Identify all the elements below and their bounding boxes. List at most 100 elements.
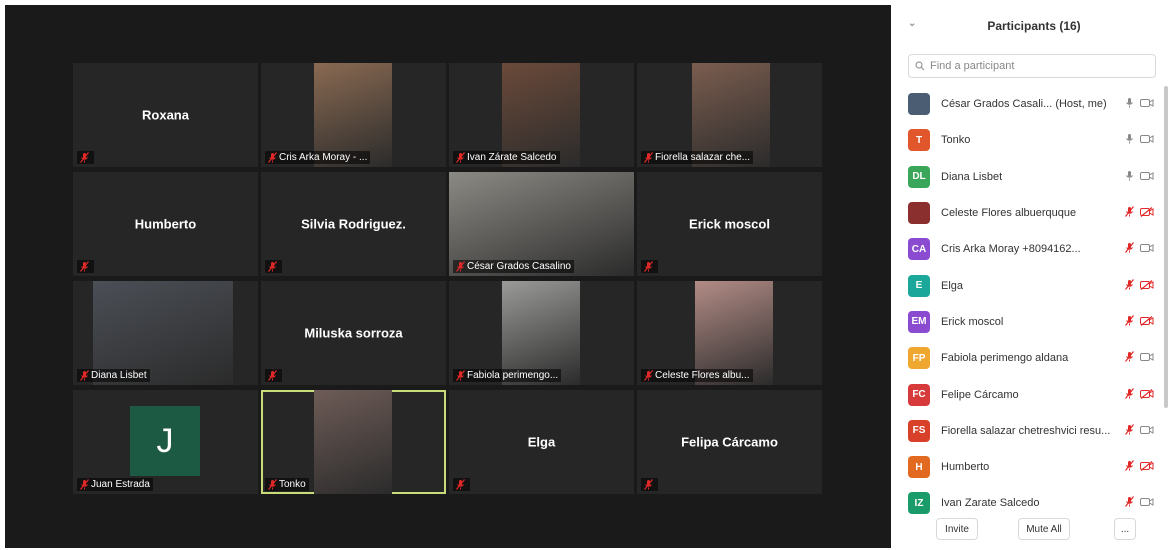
- participant-row[interactable]: T Tonko: [896, 122, 1162, 158]
- participant-name: Fiorella salazar chetreshvici resu...: [941, 424, 1111, 437]
- tile-label: Fiorella salazar che...: [641, 151, 754, 164]
- tile-label: [453, 478, 470, 491]
- participant-row[interactable]: EM Erick moscol: [896, 304, 1162, 340]
- tile-label: [641, 260, 658, 273]
- avatar: FC: [908, 383, 930, 406]
- video-tile[interactable]: Celeste Flores albu...: [637, 281, 822, 385]
- tile-name: Elga: [527, 434, 556, 450]
- video-tile[interactable]: Erick moscol: [637, 172, 822, 276]
- video-icon[interactable]: [1140, 494, 1154, 512]
- mic-off-icon[interactable]: [1125, 277, 1134, 295]
- participant-row[interactable]: CA Cris Arka Moray +8094162...: [896, 231, 1162, 267]
- video-tile[interactable]: Silvia Rodriguez.: [261, 172, 446, 276]
- mic-off-icon: [268, 152, 277, 163]
- video-tile[interactable]: Diana Lisbet: [73, 281, 258, 385]
- scrollbar[interactable]: [1164, 86, 1168, 408]
- avatar: DL: [908, 165, 930, 188]
- mic-off-icon[interactable]: [1125, 494, 1134, 512]
- participant-row[interactable]: Celeste Flores albuerquque: [896, 195, 1162, 231]
- video-tile[interactable]: Fabiola perimengo...: [449, 281, 634, 385]
- participant-row[interactable]: FC Felipe Cárcamo: [896, 376, 1162, 412]
- mic-off-icon: [644, 370, 653, 381]
- tile-name: Humberto: [134, 216, 197, 232]
- participant-status-icons: [1125, 204, 1154, 222]
- video-tile[interactable]: Felipa Cárcamo: [637, 390, 822, 494]
- participant-row[interactable]: César Grados Casali... (Host, me): [896, 86, 1162, 122]
- tile-name: Miluska sorroza: [304, 325, 403, 341]
- participant-status-icons: [1125, 168, 1154, 186]
- video-icon[interactable]: [1140, 240, 1154, 258]
- avatar: E: [908, 274, 930, 297]
- mic-off-icon[interactable]: [1125, 313, 1134, 331]
- tile-label: Juan Estrada: [77, 478, 153, 491]
- tile-label: [77, 260, 94, 273]
- tile-label: César Grados Casalino: [453, 260, 574, 273]
- video-tile[interactable]: Tonko: [261, 390, 446, 494]
- mic-icon[interactable]: [1125, 95, 1134, 113]
- video-tile[interactable]: César Grados Casalino: [449, 172, 634, 276]
- tile-label: [77, 151, 94, 164]
- participant-row[interactable]: DL Diana Lisbet: [896, 159, 1162, 195]
- video-tile[interactable]: Fiorella salazar che...: [637, 63, 822, 167]
- video-tile[interactable]: Elga: [449, 390, 634, 494]
- mic-off-icon[interactable]: [1125, 349, 1134, 367]
- participants-panel: ⌄ Participants (16) Find a participant C…: [896, 0, 1172, 550]
- search-placeholder: Find a participant: [930, 60, 1015, 72]
- video-icon[interactable]: [1140, 349, 1154, 367]
- participant-name: Fabiola perimengo aldana: [941, 352, 1069, 365]
- mic-icon[interactable]: [1125, 168, 1134, 186]
- participants-header: ⌄ Participants (16): [896, 0, 1172, 52]
- chevron-down-icon[interactable]: ⌄: [908, 18, 916, 29]
- tile-label: Cris Arka Moray - ...: [265, 151, 371, 164]
- participant-status-icons: [1125, 131, 1154, 149]
- video-off-icon[interactable]: [1140, 204, 1154, 222]
- video-tile[interactable]: Miluska sorroza: [261, 281, 446, 385]
- video-off-icon[interactable]: [1140, 313, 1154, 331]
- mic-off-icon: [644, 261, 653, 272]
- video-off-icon[interactable]: [1140, 277, 1154, 295]
- search-input[interactable]: Find a participant: [908, 54, 1156, 78]
- participant-name: César Grados Casali... (Host, me): [941, 98, 1107, 111]
- mic-off-icon: [644, 152, 653, 163]
- video-tile[interactable]: Ivan Zárate Salcedo: [449, 63, 634, 167]
- video-icon[interactable]: [1140, 168, 1154, 186]
- tile-name: Roxana: [142, 107, 189, 123]
- participant-name: Cris Arka Moray +8094162...: [941, 243, 1081, 256]
- video-icon[interactable]: [1140, 95, 1154, 113]
- participant-row[interactable]: H Humberto: [896, 449, 1162, 485]
- mic-off-icon: [80, 152, 89, 163]
- participant-name-label: Ivan Zárate Salcedo: [467, 152, 557, 163]
- participant-row[interactable]: FS Fiorella salazar chetreshvici resu...: [896, 413, 1162, 449]
- invite-button[interactable]: Invite: [936, 518, 978, 540]
- mute-all-button[interactable]: Mute All: [1018, 518, 1070, 540]
- video-off-icon[interactable]: [1140, 386, 1154, 404]
- mic-off-icon: [456, 370, 465, 381]
- more-button[interactable]: ...: [1114, 518, 1136, 540]
- video-off-icon[interactable]: [1140, 458, 1154, 476]
- mic-off-icon: [456, 152, 465, 163]
- mic-off-icon[interactable]: [1125, 240, 1134, 258]
- mic-off-icon: [80, 261, 89, 272]
- participant-row[interactable]: FP Fabiola perimengo aldana: [896, 340, 1162, 376]
- mic-off-icon[interactable]: [1125, 204, 1134, 222]
- mic-icon[interactable]: [1125, 131, 1134, 149]
- video-tile[interactable]: J Juan Estrada: [73, 390, 258, 494]
- video-icon[interactable]: [1140, 131, 1154, 149]
- participant-name-label: Fabiola perimengo...: [467, 370, 559, 381]
- participant-name: Celeste Flores albuerquque: [941, 207, 1077, 220]
- avatar: IZ: [908, 492, 930, 515]
- mic-off-icon[interactable]: [1125, 422, 1134, 440]
- video-tile[interactable]: Humberto: [73, 172, 258, 276]
- mic-off-icon[interactable]: [1125, 386, 1134, 404]
- mic-off-icon: [80, 479, 89, 490]
- participant-status-icons: [1125, 313, 1154, 331]
- participant-name: Erick moscol: [941, 315, 1004, 328]
- mic-off-icon[interactable]: [1125, 458, 1134, 476]
- video-tile[interactable]: Cris Arka Moray - ...: [261, 63, 446, 167]
- participant-row[interactable]: E Elga: [896, 267, 1162, 303]
- video-tile[interactable]: Roxana: [73, 63, 258, 167]
- avatar: [908, 202, 930, 225]
- meeting-video-area: Roxana Cris Arka Moray - ... Ivan Zárate S…: [5, 5, 891, 548]
- video-icon[interactable]: [1140, 422, 1154, 440]
- tile-label: Tonko: [265, 478, 309, 491]
